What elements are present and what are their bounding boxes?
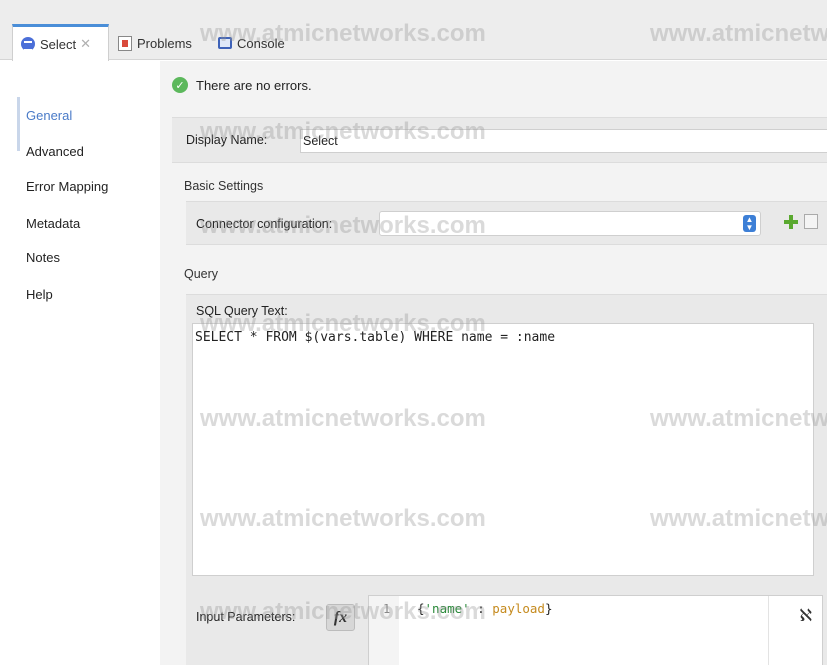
sidebar-active-marker [17, 97, 20, 151]
basic-settings-title: Basic Settings [184, 179, 264, 193]
close-icon[interactable]: ✕ [80, 36, 91, 52]
database-icon [21, 37, 35, 51]
properties-panel: ✓ There are no errors. Display Name: Bas… [160, 61, 827, 665]
sidebar-item-help[interactable]: Help [26, 287, 53, 302]
code-line: {'name' : payload} [417, 601, 552, 616]
sidebar-item-advanced[interactable]: Advanced [26, 144, 84, 159]
code-key: 'name' [424, 601, 470, 616]
tab-console[interactable]: Console [218, 26, 285, 60]
sidebar: General Advanced Error Mapping Metadata … [0, 61, 160, 665]
select-arrows-icon: ▲ ▼ [743, 215, 756, 232]
sidebar-item-general[interactable]: General [26, 108, 72, 123]
tab-problems-label: Problems [137, 35, 192, 51]
sidebar-item-metadata[interactable]: Metadata [26, 216, 80, 231]
tab-console-label: Console [237, 35, 285, 51]
connector-config-label: Connector configuration: [196, 217, 333, 231]
code-close-brace: } [544, 601, 553, 616]
query-section: SQL Query Text: SELECT * FROM $(vars.tab… [186, 294, 827, 665]
input-parameters-editor[interactable]: 1 {'name' : payload} ℵ [368, 595, 823, 665]
display-name-row: Display Name: [172, 117, 827, 163]
edit-icon[interactable] [804, 214, 818, 229]
sidebar-item-notes[interactable]: Notes [26, 250, 60, 265]
add-icon[interactable] [784, 215, 798, 229]
tab-problems[interactable]: Problems [118, 26, 192, 60]
connector-config-select[interactable]: ▲ ▼ [379, 211, 761, 236]
status-text: There are no errors. [196, 77, 312, 93]
console-icon [218, 37, 232, 49]
fx-toggle-button[interactable]: fx [326, 604, 355, 631]
query-title: Query [184, 267, 219, 281]
sql-query-textarea[interactable]: SELECT * FROM $(vars.table) WHERE name =… [192, 323, 814, 576]
code-sep: : [469, 601, 493, 616]
input-parameters-label: Input Parameters: [196, 610, 296, 624]
editor-divider [768, 596, 769, 665]
code-open-brace: { [417, 601, 425, 616]
dataweave-icon[interactable]: ℵ [799, 606, 812, 626]
tab-select[interactable]: Select ✕ [12, 24, 109, 61]
connector-row: Connector configuration: ▲ ▼ [186, 201, 827, 245]
validation-status: ✓ There are no errors. [172, 77, 312, 93]
problems-icon [118, 35, 132, 51]
check-circle-icon: ✓ [172, 77, 188, 93]
line-number: 1 [383, 602, 391, 616]
tab-select-label: Select [40, 36, 77, 52]
sql-query-label: SQL Query Text: [196, 304, 288, 318]
code-value: payload [492, 601, 545, 616]
sidebar-item-error-mapping[interactable]: Error Mapping [26, 179, 108, 194]
editor-tab-bar: Select ✕ Problems Console [0, 0, 827, 61]
display-name-label: Display Name: [186, 133, 268, 147]
display-name-input[interactable] [300, 129, 827, 153]
